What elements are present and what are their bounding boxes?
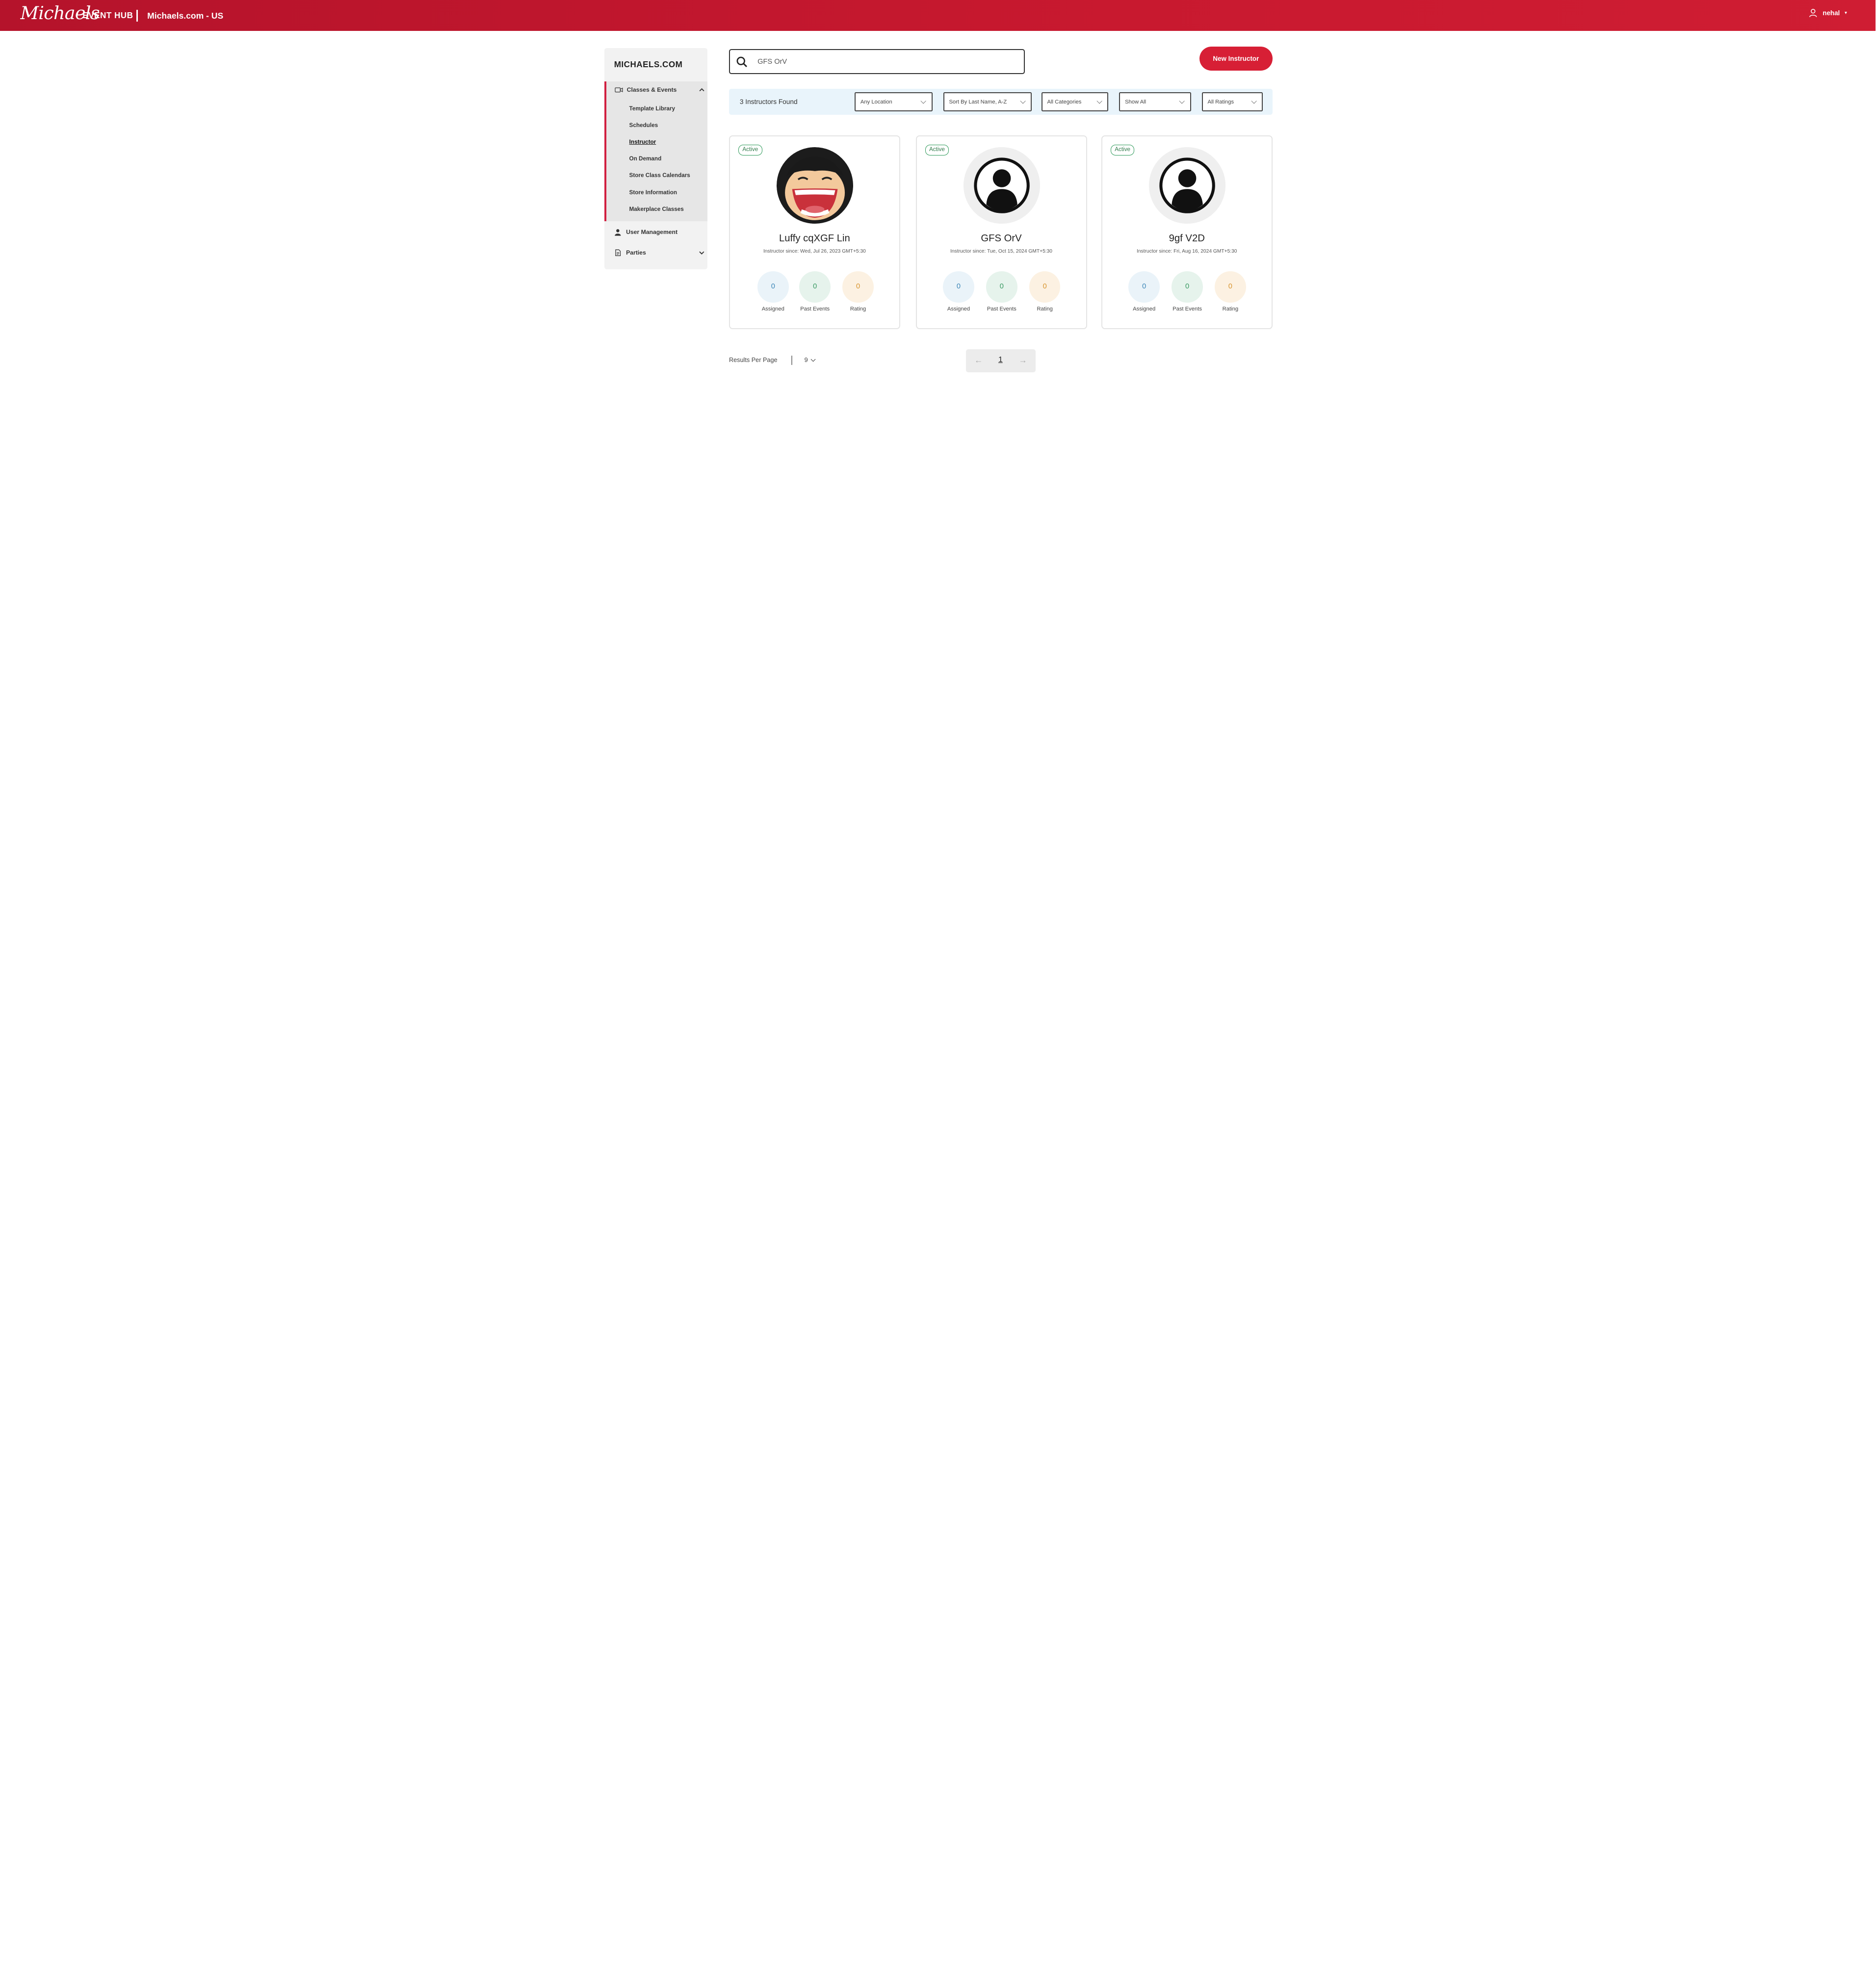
- sidebar-item-makerplace-classes[interactable]: Makerplace Classes: [629, 206, 684, 212]
- chevron-up-icon[interactable]: [698, 86, 706, 94]
- instructor-card[interactable]: Active 9gf V2D Instructor since: Fri, Au…: [1101, 135, 1273, 329]
- stat-label: Past Events: [800, 306, 830, 312]
- search-icon: [736, 56, 748, 68]
- results-per-page-select[interactable]: 9: [805, 357, 815, 363]
- caret-down-icon: ▾: [1845, 10, 1847, 16]
- instructor-card[interactable]: Active GFS OrV Instructor since: Tue, Oc…: [915, 135, 1087, 329]
- sidebar-item-instructor[interactable]: Instructor: [629, 139, 656, 145]
- location-filter-select[interactable]: Any Location: [855, 92, 933, 111]
- stat-label: Assigned: [761, 306, 784, 312]
- stat-assigned: 0 Assigned: [1128, 271, 1160, 312]
- sidebar-item-store-information[interactable]: Store Information: [629, 189, 677, 196]
- search-input[interactable]: [757, 54, 1015, 70]
- instructor-name[interactable]: GFS OrV: [917, 233, 1086, 244]
- results-count: 3 Instructors Found: [739, 98, 798, 106]
- chevron-down-icon[interactable]: [698, 249, 705, 257]
- sidebar-item-classes-events[interactable]: Classes & Events: [615, 86, 705, 94]
- pagination: ← 1 →: [966, 349, 1036, 372]
- stat-value: 0: [1128, 271, 1160, 303]
- stat-value: 0: [842, 271, 874, 303]
- results-per-page-divider: [791, 355, 792, 365]
- status-badge: Active: [738, 144, 762, 155]
- sidebar-item-label: Classes & Events: [626, 86, 677, 93]
- stat-value: 0: [799, 271, 831, 303]
- stat-label: Past Events: [987, 306, 1016, 312]
- instructor-since: Instructor since: Fri, Aug 16, 2024 GMT+…: [1136, 249, 1237, 255]
- sidebar-item-schedules[interactable]: Schedules: [629, 122, 658, 129]
- stat-value: 0: [1215, 271, 1246, 303]
- arrow-left-icon[interactable]: ←: [974, 356, 983, 365]
- user-name: nehal: [1823, 9, 1840, 17]
- stat-past-events: 0 Past Events: [799, 271, 831, 312]
- stat-rating: 0 Rating: [842, 271, 874, 312]
- product-name: EVENT HUB: [82, 10, 133, 20]
- sidebar-item-parties[interactable]: Parties: [614, 249, 705, 257]
- sidebar-item-on-demand[interactable]: On Demand: [629, 155, 662, 162]
- instructor-name[interactable]: Luffy cqXGF Lin: [730, 233, 899, 244]
- instructor-since: Instructor since: Tue, Oct 15, 2024 GMT+…: [950, 249, 1052, 255]
- stat-label: Rating: [1222, 306, 1239, 312]
- category-filter-select[interactable]: All Categories: [1041, 92, 1109, 111]
- status-badge: Active: [1110, 144, 1135, 155]
- instructor-name[interactable]: 9gf V2D: [1102, 233, 1272, 244]
- default-person-avatar: [1148, 147, 1226, 224]
- document-icon: [615, 249, 621, 256]
- stat-label: Rating: [850, 306, 866, 312]
- stat-rating: 0 Rating: [1029, 271, 1061, 312]
- stat-label: Assigned: [1133, 306, 1156, 312]
- rating-filter-select[interactable]: All Ratings: [1201, 92, 1263, 111]
- video-camera-icon: [615, 87, 623, 92]
- person-icon: [614, 229, 621, 236]
- sort-select[interactable]: Sort By Last Name, A-Z: [943, 92, 1032, 111]
- sidebar-item-label: User Management: [626, 229, 678, 236]
- page: Michaels EVENT HUB Michaels.com - US neh…: [0, 0, 1876, 984]
- sidebar-group-classes-events: Classes & Events Template Library Schedu…: [604, 81, 708, 222]
- stat-past-events: 0 Past Events: [1172, 271, 1203, 312]
- page-number[interactable]: 1: [998, 356, 1003, 364]
- header-divider: [136, 9, 138, 22]
- stat-value: 0: [757, 271, 789, 303]
- stat-label: Assigned: [947, 306, 970, 312]
- stat-value: 0: [1172, 271, 1203, 303]
- status-filter-select[interactable]: Show All: [1119, 92, 1191, 111]
- user-menu[interactable]: nehal ▾: [1808, 8, 1847, 18]
- sidebar-item-template-library[interactable]: Template Library: [629, 105, 675, 112]
- sidebar-title: MICHAELS.COM: [614, 59, 683, 69]
- results-per-page-label: Results Per Page: [729, 357, 778, 364]
- sidebar: MICHAELS.COM Classes & Events Template L…: [604, 48, 708, 269]
- arrow-right-icon[interactable]: →: [1018, 356, 1027, 365]
- sidebar-item-user-management[interactable]: User Management: [614, 229, 705, 236]
- sidebar-item-store-class-calendars[interactable]: Store Class Calendars: [629, 172, 690, 179]
- stat-label: Past Events: [1172, 306, 1202, 312]
- stat-value: 0: [1029, 271, 1061, 303]
- instructor-card[interactable]: Active Luffy cqXGF Lin Instructor since:…: [729, 135, 900, 329]
- stat-rating: 0 Rating: [1215, 271, 1246, 312]
- stat-assigned: 0 Assigned: [943, 271, 974, 312]
- filter-bar: 3 Instructors Found Any Location Sort By…: [729, 88, 1273, 115]
- instructor-since: Instructor since: Wed, Jul 26, 2023 GMT+…: [763, 249, 866, 255]
- top-navbar: Michaels EVENT HUB Michaels.com - US neh…: [0, 0, 1876, 31]
- stat-past-events: 0 Past Events: [986, 271, 1017, 312]
- stat-label: Rating: [1037, 306, 1053, 312]
- default-person-avatar: [963, 147, 1040, 224]
- stat-value: 0: [986, 271, 1017, 303]
- cartoon-face-avatar: [777, 147, 854, 224]
- new-instructor-button[interactable]: New Instructor: [1199, 47, 1273, 71]
- stat-assigned: 0 Assigned: [757, 271, 789, 312]
- sidebar-item-label: Parties: [626, 249, 646, 256]
- search-box: [729, 49, 1025, 75]
- status-badge: Active: [925, 144, 949, 155]
- stat-value: 0: [943, 271, 974, 303]
- user-icon: [1809, 9, 1817, 17]
- site-name: Michaels.com - US: [147, 10, 224, 21]
